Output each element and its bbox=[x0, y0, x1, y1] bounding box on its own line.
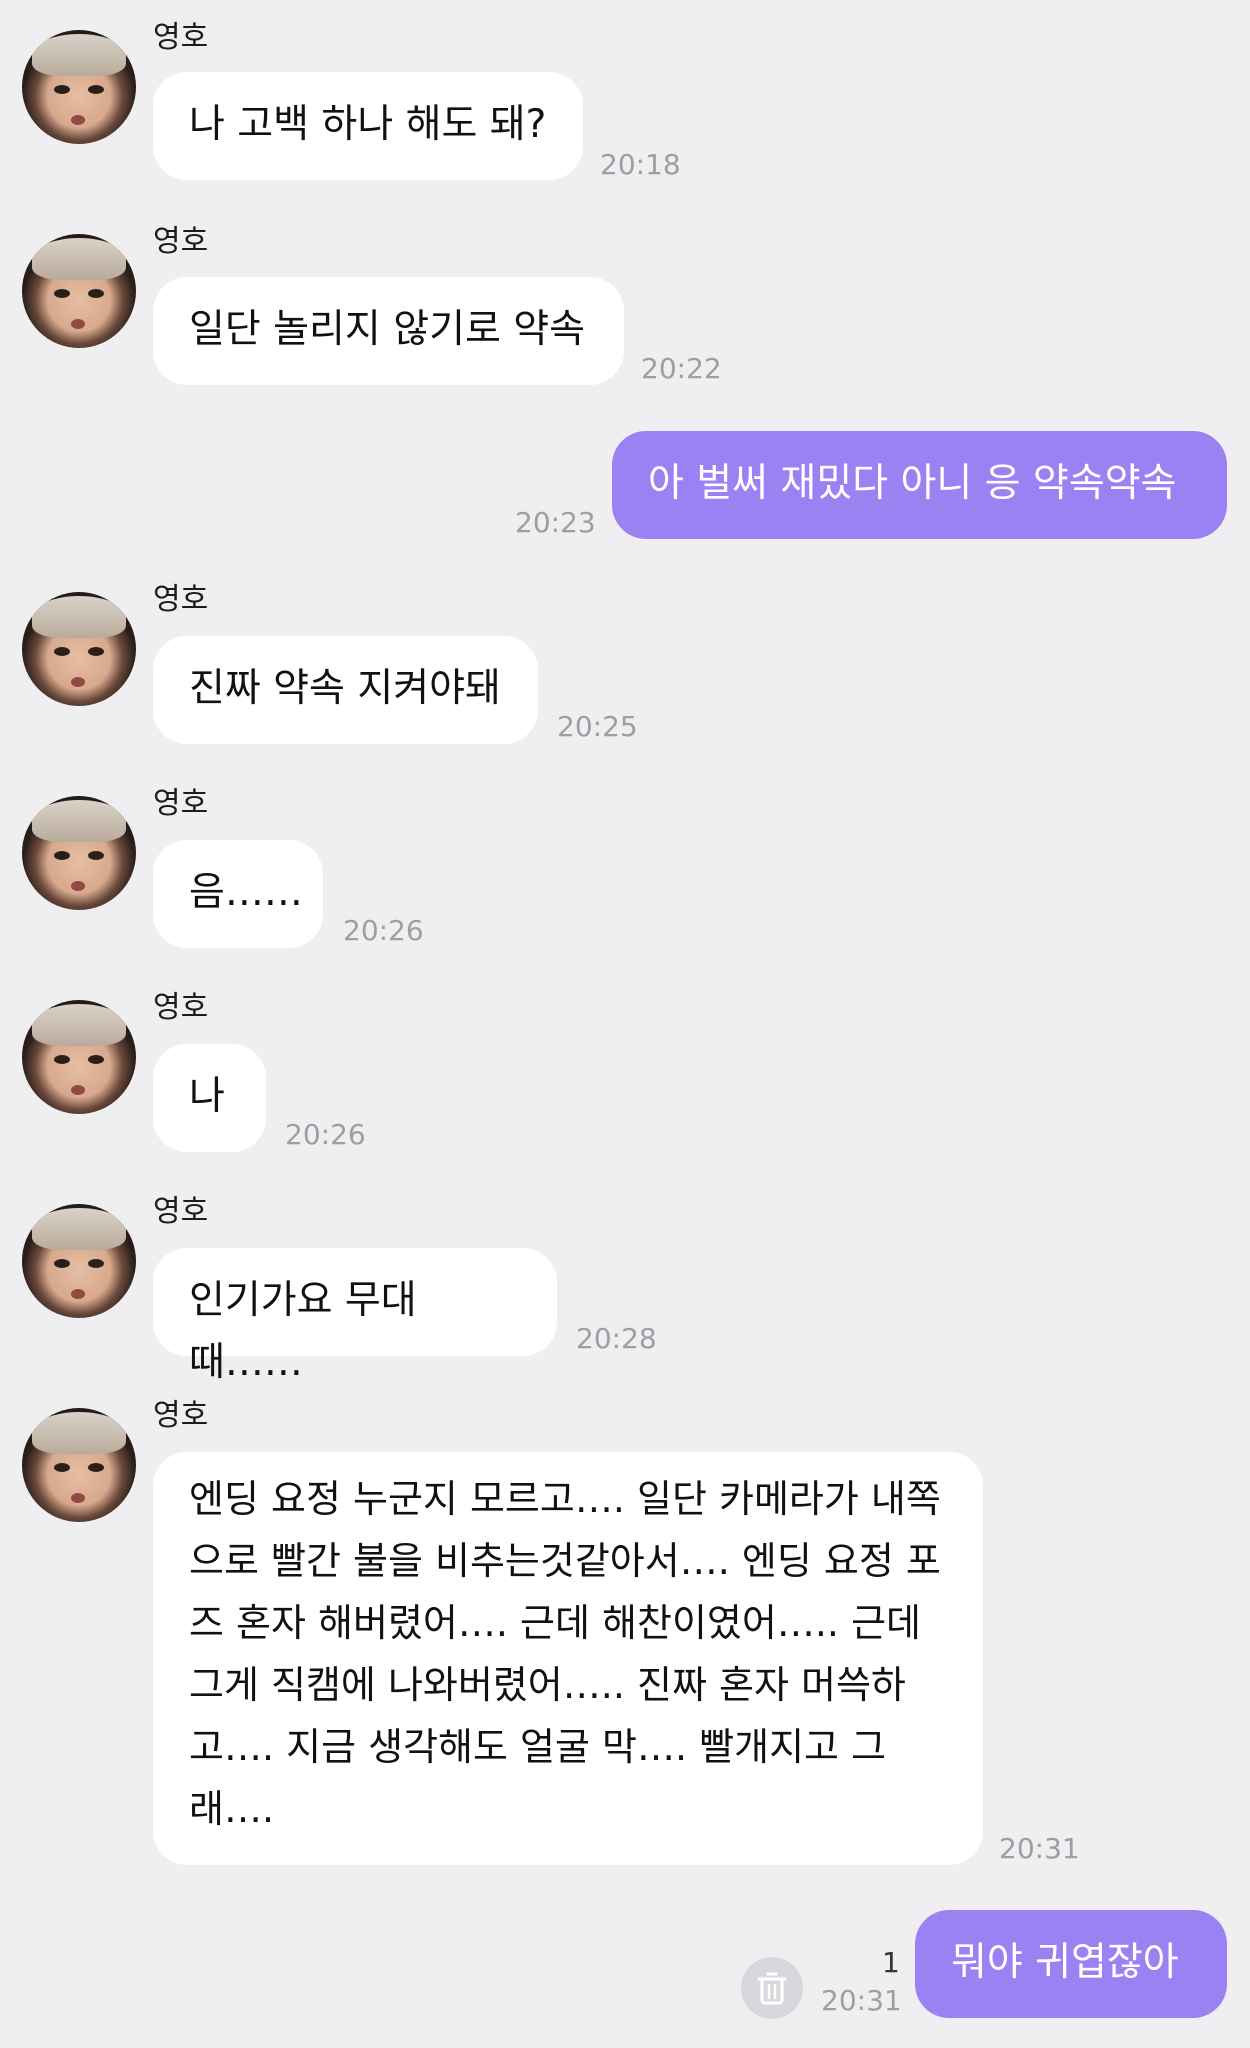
avatar[interactable] bbox=[22, 234, 136, 348]
message-bubble[interactable]: 일단 놀리지 않기로 약속 bbox=[153, 277, 624, 385]
message-time: 20:23 bbox=[515, 506, 596, 539]
message-bubble[interactable]: 나 bbox=[153, 1044, 266, 1152]
message-time: 20:22 bbox=[641, 352, 722, 385]
message-time: 20:31 bbox=[999, 1832, 1080, 1865]
chat-area: 영호 나 고백 하나 해도 돼? 20:18 영호 일단 놀리지 않기로 약속 … bbox=[0, 0, 1250, 2048]
message-bubble[interactable]: 아 벌써 재밌다 아니 응 약속약속 bbox=[612, 431, 1227, 539]
sender-name: 영호 bbox=[153, 990, 209, 1025]
sender-name: 영호 bbox=[153, 1398, 209, 1433]
sender-name: 영호 bbox=[153, 1194, 209, 1229]
message-bubble[interactable]: 음…… bbox=[153, 840, 323, 948]
sender-name: 영호 bbox=[153, 582, 209, 617]
message-bubble[interactable]: 인기가요 무대때…… bbox=[153, 1248, 557, 1385]
message-bubble[interactable]: 뭐야 귀엽잖아 bbox=[915, 1910, 1227, 2018]
unread-count: 1 bbox=[882, 1946, 900, 1979]
message-bubble[interactable]: 나 고백 하나 해도 돼? bbox=[153, 72, 583, 180]
message-bubble[interactable]: 진짜 약속 지켜야돼 bbox=[153, 636, 538, 744]
delete-button[interactable] bbox=[741, 1957, 803, 2019]
message-time: 20:31 bbox=[821, 1984, 902, 2017]
message-time: 20:18 bbox=[600, 148, 681, 181]
avatar[interactable] bbox=[22, 1000, 136, 1114]
avatar[interactable] bbox=[22, 1204, 136, 1318]
sender-name: 영호 bbox=[153, 786, 209, 821]
message-time: 20:26 bbox=[285, 1118, 366, 1151]
message-time: 20:28 bbox=[576, 1322, 657, 1355]
avatar[interactable] bbox=[22, 796, 136, 910]
message-bubble[interactable]: 엔딩 요정 누군지 모르고…. 일단 카메라가 내쪽으로 빨간 불을 비추는것같… bbox=[153, 1452, 983, 1865]
sender-name: 영호 bbox=[153, 20, 209, 55]
avatar[interactable] bbox=[22, 592, 136, 706]
trash-icon bbox=[757, 1972, 787, 2005]
sender-name: 영호 bbox=[153, 224, 209, 259]
avatar[interactable] bbox=[22, 1408, 136, 1522]
avatar[interactable] bbox=[22, 30, 136, 144]
message-time: 20:26 bbox=[343, 914, 424, 947]
message-time: 20:25 bbox=[557, 710, 638, 743]
